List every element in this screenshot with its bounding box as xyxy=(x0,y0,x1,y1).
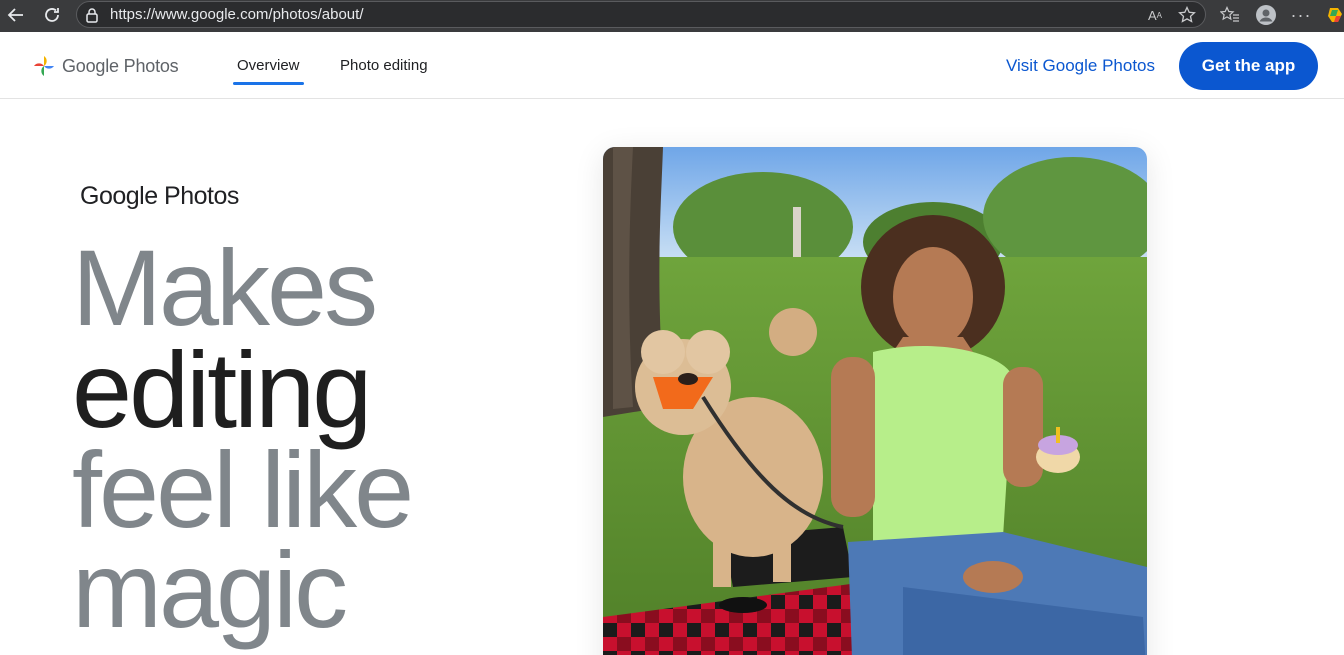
visit-google-photos-link[interactable]: Visit Google Photos xyxy=(1006,56,1155,76)
profile-icon[interactable] xyxy=(1254,4,1278,26)
copilot-icon[interactable] xyxy=(1326,4,1344,26)
lock-icon[interactable] xyxy=(80,4,104,26)
google-photos-pinwheel-icon xyxy=(34,56,54,76)
headline-line-1: Makes xyxy=(72,227,378,348)
logo-text: Google Photos xyxy=(62,55,179,76)
hero-photo xyxy=(603,147,1147,655)
read-aloud-icon[interactable]: AA xyxy=(1143,4,1167,26)
back-icon[interactable] xyxy=(4,4,28,26)
active-tab-indicator xyxy=(233,82,304,85)
star-icon[interactable] xyxy=(1175,4,1199,26)
headline-line-3: feel like xyxy=(72,429,414,550)
headline-line-2: editing xyxy=(72,329,372,450)
browser-toolbar: https://www.google.com/photos/about/ AA … xyxy=(0,0,1344,32)
park-photo-illustration xyxy=(603,147,1147,655)
hero-brand: Google Photos xyxy=(80,182,239,210)
more-icon[interactable]: ··· xyxy=(1289,4,1313,26)
google-photos-logo[interactable]: Google Photos xyxy=(32,54,179,78)
url-text[interactable]: https://www.google.com/photos/about/ xyxy=(110,6,363,23)
tab-photo-editing[interactable]: Photo editing xyxy=(340,57,428,74)
reload-icon[interactable] xyxy=(40,4,64,26)
headline-line-4: magic xyxy=(72,529,348,650)
tab-overview[interactable]: Overview xyxy=(237,57,300,74)
favorites-icon[interactable] xyxy=(1218,4,1242,26)
page-content: Google Photos Overview Photo editing Vis… xyxy=(0,32,1344,655)
site-header: Google Photos Overview Photo editing Vis… xyxy=(0,32,1344,99)
get-the-app-button[interactable]: Get the app xyxy=(1179,42,1318,90)
